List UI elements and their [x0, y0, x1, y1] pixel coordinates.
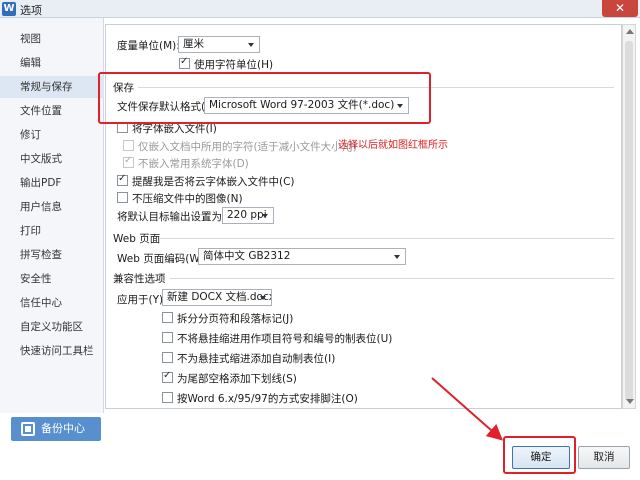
backup-center-button[interactable]: 备份中心 — [11, 417, 101, 441]
chevron-down-icon — [262, 214, 268, 218]
scroll-up-arrow-icon[interactable] — [626, 29, 634, 34]
sidebar-item-security[interactable]: 安全性 — [0, 268, 104, 290]
options-sidebar: 视图 编辑 常规与保存 文件位置 修订 中文版式 输出PDF 用户信息 打印 拼… — [0, 18, 104, 413]
default-format-value: Microsoft Word 97-2003 文件(*.doc) — [209, 99, 395, 111]
backup-icon — [21, 422, 35, 436]
sidebar-item-chinese-layout[interactable]: 中文版式 — [0, 148, 104, 170]
cancel-button[interactable]: 取消 — [578, 446, 630, 469]
chevron-down-icon — [260, 296, 266, 300]
sidebar-item-edit[interactable]: 编辑 — [0, 52, 104, 74]
embed-used-chars-checkbox[interactable] — [123, 140, 134, 151]
compat-option-label: 为尾部空格添加下划线(S) — [177, 373, 297, 385]
chevron-down-icon — [394, 255, 400, 259]
no-compress-images-checkbox[interactable] — [117, 192, 128, 203]
sidebar-item-export-pdf[interactable]: 输出PDF — [0, 172, 104, 194]
remind-cloud-fonts-label: 提醒我是否将云字体嵌入文件中(C) — [132, 176, 295, 188]
wps-writer-icon: W — [2, 2, 16, 16]
sidebar-item-quick-access[interactable]: 快速访问工具栏 — [0, 340, 104, 362]
sidebar-item-general-save[interactable]: 常规与保存 — [0, 76, 104, 98]
compat-option-checkbox[interactable] — [162, 370, 173, 383]
compat-option-checkbox[interactable] — [162, 312, 173, 323]
web-section-title: Web 页面 — [113, 233, 161, 245]
settings-panel: 度量单位(M): 厘米 使用字符单位(H) 保存 文件保存默认格式(F): Mi… — [105, 24, 622, 409]
measure-unit-label: 度量单位(M): — [117, 40, 180, 52]
use-char-unit-label: 使用字符单位(H) — [194, 59, 274, 71]
embed-fonts-checkbox[interactable] — [117, 122, 128, 133]
default-output-select[interactable]: 220 ppi — [222, 207, 274, 224]
default-output-value: 220 ppi — [227, 209, 267, 221]
close-button[interactable]: ✕ — [602, 0, 638, 17]
apply-to-value: 新建 DOCX 文档.docx — [167, 291, 272, 303]
compat-option-label: 拆分分页符和段落标记(J) — [177, 313, 294, 325]
backup-center-label: 备份中心 — [41, 422, 85, 435]
no-system-fonts-checkbox[interactable] — [123, 155, 134, 168]
measure-unit-select[interactable]: 厘米 — [178, 36, 260, 53]
remind-cloud-fonts-checkbox[interactable] — [117, 173, 128, 186]
window-title: 选项 — [20, 4, 42, 17]
compat-option-label: 不为悬挂式缩进添加自动制表位(I) — [177, 353, 336, 365]
web-section-divider — [160, 238, 614, 239]
scroll-down-arrow-icon[interactable] — [626, 399, 634, 404]
sidebar-item-print[interactable]: 打印 — [0, 220, 104, 242]
scroll-thumb[interactable] — [625, 41, 633, 401]
compat-option-label: 按Word 6.x/95/97的方式安排脚注(O) — [177, 393, 358, 405]
save-section-title: 保存 — [113, 82, 134, 94]
compat-section-divider — [170, 278, 614, 279]
sidebar-item-revisions[interactable]: 修订 — [0, 124, 104, 146]
compat-option-checkbox[interactable] — [162, 352, 173, 363]
save-section-divider — [138, 87, 614, 88]
chevron-down-icon — [397, 104, 403, 108]
default-format-select[interactable]: Microsoft Word 97-2003 文件(*.doc) — [204, 97, 409, 114]
settings-scrollbar[interactable] — [622, 24, 636, 409]
apply-to-label: 应用于(Y): — [117, 294, 167, 306]
annotation-text: 选择以后就如图红框所示 — [338, 140, 448, 151]
sidebar-item-customize-ribbon[interactable]: 自定义功能区 — [0, 316, 104, 338]
no-compress-images-label: 不压缩文件中的图像(N) — [132, 193, 243, 205]
no-system-fonts-label: 不嵌入常用系统字体(D) — [138, 158, 249, 170]
use-char-unit-checkbox[interactable] — [179, 56, 190, 69]
compat-option-checkbox[interactable] — [162, 392, 173, 403]
measure-unit-value: 厘米 — [183, 38, 204, 50]
compat-section-title: 兼容性选项 — [113, 273, 166, 285]
ok-button[interactable]: 确定 — [512, 446, 570, 469]
sidebar-item-file-locations[interactable]: 文件位置 — [0, 100, 104, 122]
sidebar-item-trust-center[interactable]: 信任中心 — [0, 292, 104, 314]
web-encoding-select[interactable]: 简体中文 GB2312 — [198, 248, 406, 265]
web-encoding-value: 简体中文 GB2312 — [203, 250, 291, 262]
sidebar-item-user-info[interactable]: 用户信息 — [0, 196, 104, 218]
compat-option-checkbox[interactable] — [162, 332, 173, 343]
sidebar-item-view[interactable]: 视图 — [0, 28, 104, 50]
embed-fonts-label: 将字体嵌入文件(I) — [132, 123, 217, 135]
apply-to-select[interactable]: 新建 DOCX 文档.docx — [162, 289, 272, 306]
compat-option-label: 不将悬挂缩进用作项目符号和编号的制表位(U) — [177, 333, 393, 345]
title-bar: W 选项 ✕ — [0, 0, 640, 18]
sidebar-item-spellcheck[interactable]: 拼写检查 — [0, 244, 104, 266]
embed-used-chars-label: 仅嵌入文档中所用的字符(适于减小文件大小)(J) — [138, 141, 357, 153]
chevron-down-icon — [248, 43, 254, 47]
web-encoding-label: Web 页面编码(W): — [117, 253, 208, 265]
